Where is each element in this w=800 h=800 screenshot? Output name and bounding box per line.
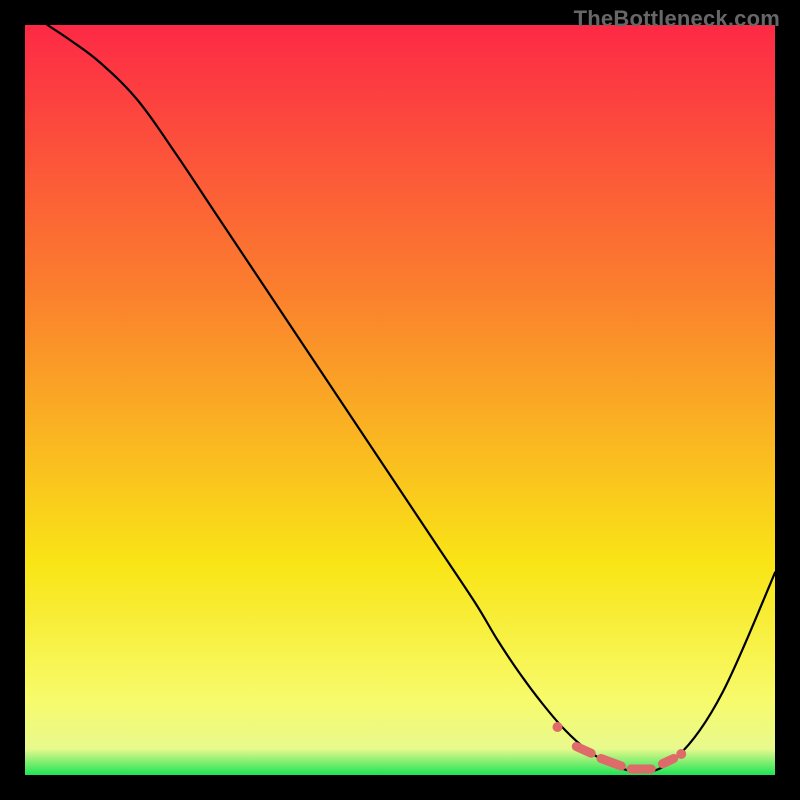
highlight-dot [553,722,563,732]
chart-svg [25,25,775,775]
dash-segment [576,747,591,754]
watermark-text: TheBottleneck.com [574,6,780,32]
highlight-dot [676,749,686,759]
gradient-background [25,25,775,775]
plot-area [25,25,775,775]
chart-frame: TheBottleneck.com [0,0,800,800]
dash-segment [663,759,674,764]
